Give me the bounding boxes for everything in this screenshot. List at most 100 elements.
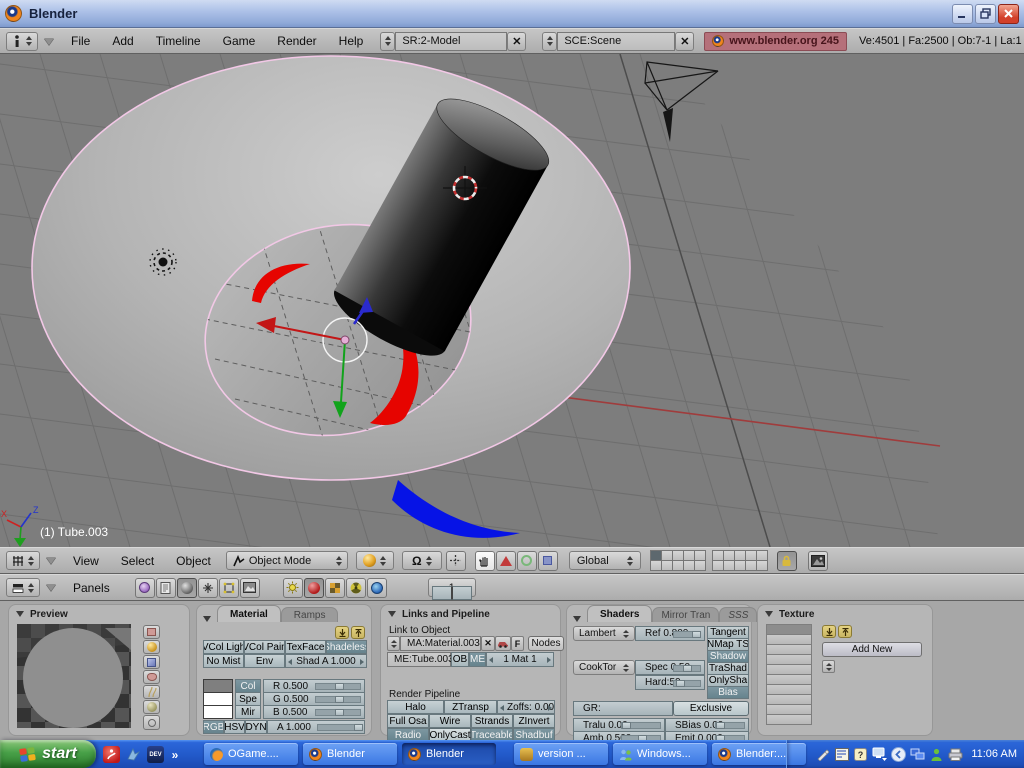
menu-add[interactable]: Add [101, 34, 144, 48]
tab-shaders[interactable]: Shaders [587, 605, 652, 622]
world-subcontext-button[interactable] [367, 578, 387, 598]
screen-delete-button[interactable]: ✕ [507, 32, 526, 51]
diffuse-color-swatch[interactable] [203, 679, 233, 693]
scene-context-button[interactable] [240, 578, 260, 598]
shading-context-button[interactable] [177, 578, 197, 598]
lock-layers-button[interactable] [777, 551, 797, 571]
task-blender-1[interactable]: Blender [303, 743, 397, 765]
minimize-button[interactable] [952, 4, 973, 24]
env-toggle[interactable]: Env [244, 654, 285, 668]
sbias-slider[interactable]: SBias 0.00 [665, 718, 749, 732]
material-index-field[interactable]: 1 Mat 1 [486, 652, 554, 667]
wire-toggle[interactable]: Wire [429, 714, 471, 728]
auto-name-button[interactable] [495, 636, 511, 651]
ref-slider[interactable]: Ref 0.800 [635, 626, 705, 641]
display-settings-icon[interactable] [872, 747, 887, 762]
scene-delete-button[interactable]: ✕ [675, 32, 694, 51]
tab-mirror-transp[interactable]: Mirror Tran [652, 607, 719, 622]
material-name-field[interactable]: MA:Material.003 [400, 636, 481, 651]
task-windows-messenger[interactable]: Windows... [613, 743, 707, 765]
mode-select-dropdown[interactable]: Object Mode [226, 551, 348, 570]
tab-sss[interactable]: SSS [719, 607, 757, 622]
translate-manipulator-button[interactable] [496, 551, 516, 571]
hard-slider[interactable]: Hard:50 [635, 675, 705, 690]
editor-type-button[interactable] [6, 578, 40, 597]
texture-slot-10[interactable] [766, 714, 812, 725]
start-button[interactable]: start [0, 740, 96, 768]
color-b-slider[interactable]: B 0.500 [263, 705, 365, 719]
user-status-icon[interactable] [929, 747, 944, 762]
texture-browse-button[interactable] [822, 660, 835, 673]
specular-color-swatch[interactable] [203, 692, 233, 706]
rotate-manipulator-button[interactable] [517, 551, 537, 571]
preview-osa-button[interactable] [143, 715, 160, 730]
rgb-toggle[interactable]: RGB [203, 720, 224, 734]
viewport-collapse-icon[interactable] [46, 557, 56, 564]
script-context-button[interactable] [156, 578, 176, 598]
tralu-slider[interactable]: Tralu 0.00 [573, 718, 665, 732]
collapse-tray-chevron[interactable] [891, 747, 906, 762]
add-new-texture-button[interactable]: Add New [822, 642, 922, 657]
tablet-pen-icon[interactable] [815, 747, 830, 762]
screen-browse-button[interactable] [380, 32, 395, 51]
bias-toggle[interactable]: Bias [707, 686, 749, 699]
restore-button[interactable] [975, 4, 996, 24]
shaders-collapse-icon[interactable] [573, 616, 581, 622]
shadeless-toggle[interactable]: Shadeless [326, 640, 367, 654]
layer-buttons-group-1[interactable] [651, 551, 706, 571]
copy-material-button[interactable] [335, 626, 349, 639]
task-blender-2-active[interactable]: Blender [402, 743, 496, 765]
texture-collapse-icon[interactable] [765, 611, 773, 617]
draw-type-dropdown[interactable] [356, 551, 394, 570]
preview-sphere-button[interactable] [143, 640, 160, 654]
zinvert-toggle[interactable]: ZInvert [513, 714, 555, 728]
material-browse-button[interactable] [387, 636, 400, 651]
screen-name-field[interactable]: SR:2-Model [395, 32, 507, 51]
quick-launch-dev[interactable]: DEV [147, 746, 164, 763]
task-ogame[interactable]: OGame.... [204, 743, 298, 765]
strands-toggle[interactable]: Strands [471, 714, 513, 728]
diffuse-shader-dropdown[interactable]: Lambert [573, 626, 635, 641]
material-subcontext-button[interactable] [304, 578, 324, 598]
frame-stepper[interactable]: 1 [428, 578, 476, 597]
language-bar-icon[interactable] [834, 747, 849, 762]
preview-sky-button[interactable] [143, 700, 160, 714]
help-icon[interactable]: ? [853, 747, 868, 762]
scale-manipulator-button[interactable] [538, 551, 558, 571]
preview-flat-button[interactable] [143, 625, 160, 639]
texture-subcontext-button[interactable] [325, 578, 345, 598]
manipulator-toggle-button[interactable] [446, 551, 466, 571]
hand-tool-button[interactable] [475, 551, 495, 571]
full-osa-toggle[interactable]: Full Osa [387, 714, 429, 728]
header-collapse-icon[interactable] [44, 38, 54, 45]
layer-buttons-group-2[interactable] [713, 551, 768, 571]
preview-monkey-button[interactable] [143, 670, 160, 684]
menu-select[interactable]: Select [110, 554, 165, 568]
menu-help[interactable]: Help [328, 34, 375, 48]
halo-toggle[interactable]: Halo [387, 700, 444, 714]
exclusive-toggle[interactable]: Exclusive [673, 701, 749, 716]
task-version[interactable]: version ... [514, 743, 608, 765]
window-titlebar[interactable]: Blender [0, 0, 1024, 28]
printer-icon[interactable] [948, 747, 963, 762]
buttons-collapse-icon[interactable] [46, 584, 56, 591]
scene-browse-button[interactable] [542, 32, 557, 51]
logic-context-button[interactable] [135, 578, 155, 598]
layer-20[interactable] [756, 560, 768, 571]
pivot-dropdown[interactable]: Ω [402, 551, 442, 570]
tab-material[interactable]: Material [217, 605, 281, 622]
preview-cube-button[interactable] [143, 655, 160, 669]
spec-shader-dropdown[interactable]: CookTor [573, 660, 635, 675]
render-preview-button[interactable] [808, 551, 828, 571]
spe-button[interactable]: Spe [235, 692, 261, 706]
shad-alpha-field[interactable]: Shad A 1.000 [285, 654, 367, 668]
lamp-subcontext-button[interactable] [283, 578, 303, 598]
tab-ramps[interactable]: Ramps [281, 607, 339, 622]
viewport-type-button[interactable] [6, 551, 40, 570]
editing-context-button[interactable] [219, 578, 239, 598]
quick-launch-overflow[interactable]: » [169, 746, 181, 763]
window-type-button[interactable] [6, 32, 38, 51]
menu-render[interactable]: Render [266, 34, 327, 48]
material-unlink-button[interactable]: ✕ [481, 636, 495, 651]
menu-game[interactable]: Game [212, 34, 267, 48]
